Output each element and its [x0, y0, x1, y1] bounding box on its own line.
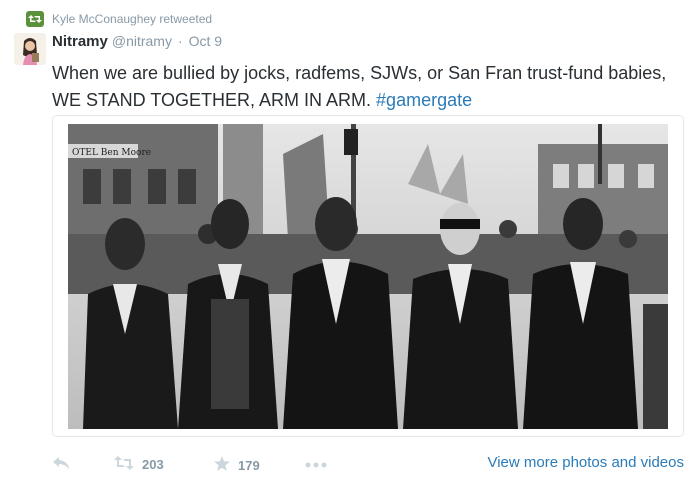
author-handle[interactable]: @nitramy: [112, 33, 172, 49]
more-dots-icon: [305, 456, 327, 471]
favorite-count: 179: [238, 457, 260, 473]
author-name[interactable]: Nitramy: [52, 33, 108, 50]
retweet-context: Kyle McConaughey retweeted: [26, 11, 212, 27]
favorite-button[interactable]: 179: [214, 456, 260, 474]
view-more-photos-link[interactable]: View more photos and videos: [487, 454, 684, 471]
hotel-sign-text: OTEL Ben Moore: [72, 148, 151, 158]
star-icon: [214, 456, 230, 474]
tweet-date[interactable]: Oct 9: [189, 33, 222, 49]
retweet-context-text[interactable]: Kyle McConaughey retweeted: [52, 12, 212, 26]
more-button[interactable]: [305, 456, 327, 471]
reply-button[interactable]: [52, 456, 70, 473]
tweet-body: When we are bullied by jocks, radfems, S…: [52, 63, 667, 110]
tweet-text: When we are bullied by jocks, radfems, S…: [52, 60, 672, 114]
reply-icon: [52, 456, 70, 473]
separator-dot: ·: [177, 33, 183, 49]
tweet-header: Nitramy @nitramy · Oct 9: [52, 33, 222, 55]
retweet-button[interactable]: 203: [114, 456, 164, 473]
media-card: OTEL Ben Moore: [52, 115, 684, 437]
retweet-icon: [26, 11, 44, 27]
tweet-actions: 203 179 View more photos and videos: [52, 452, 692, 478]
retweet-count: 203: [142, 457, 164, 472]
avatar[interactable]: [14, 33, 46, 65]
photo-image: OTEL Ben Moore: [68, 124, 668, 429]
tweet-photo[interactable]: OTEL Ben Moore: [68, 124, 668, 429]
hashtag-link[interactable]: #gamergate: [376, 90, 472, 110]
retweet-icon: [114, 456, 134, 473]
